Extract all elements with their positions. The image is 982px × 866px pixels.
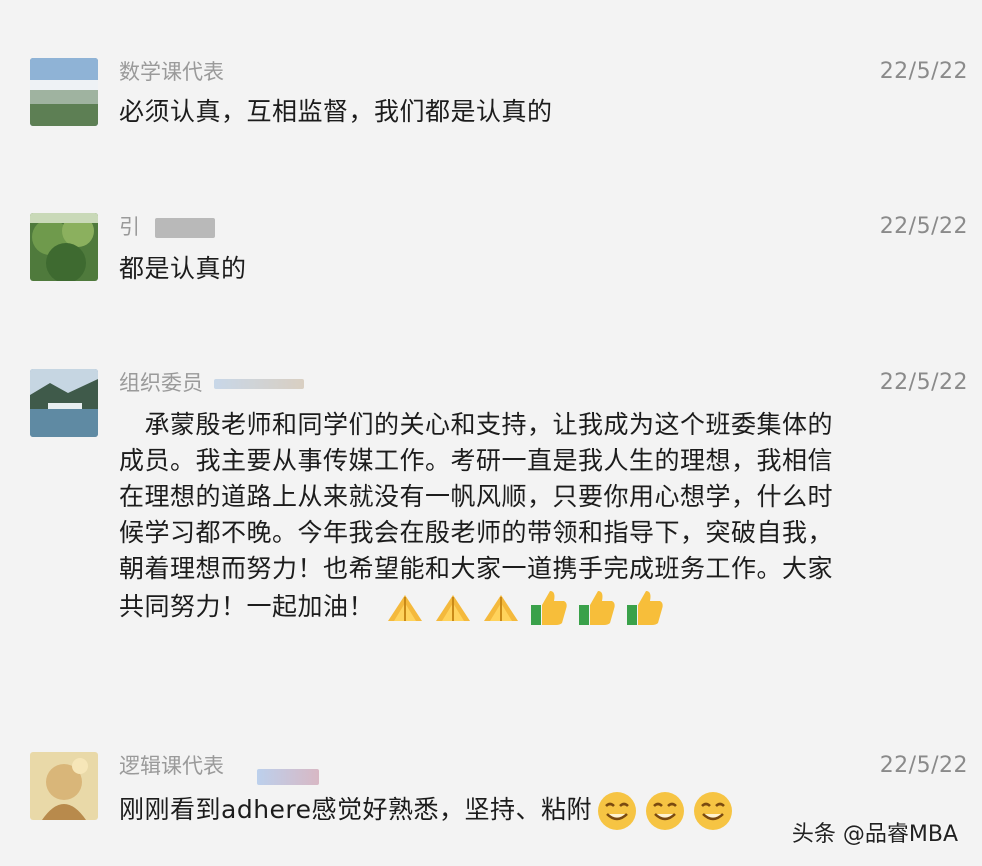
redacted-name-block [256,769,319,785]
thumbs-up-icon [624,587,666,629]
watermark: 头条 @品睿MBA [791,822,958,847]
thumbs-up-icon [528,587,570,629]
comment-date: 22/5/22 [879,214,968,239]
comment-body: 刚刚看到adhere感觉好熟悉，坚持、粘附 [119,795,593,824]
pray-icon [480,587,522,629]
comment-date: 22/5/22 [879,59,968,84]
pray-icon [432,587,474,629]
grin-icon [596,790,638,832]
avatar[interactable] [30,213,98,281]
thumbs-up-icon [576,587,618,629]
emoji-row [384,587,666,629]
grin-icon [644,790,686,832]
emoji-row [596,790,734,832]
pray-icon [384,587,426,629]
avatar[interactable] [30,752,98,820]
redacted-name-block [213,379,304,389]
avatar[interactable] [30,369,98,437]
comment-date: 22/5/22 [879,753,968,778]
comment-author[interactable]: 数学课代表 [119,58,224,86]
comment-text: 承蒙殷老师和同学们的关心和支持，让我成为这个班委集体的成员。我主要从事传媒工作。… [119,407,839,629]
comment-author[interactable]: 逻辑课代表 [119,752,319,785]
comment-text: 刚刚看到adhere感觉好熟悉，坚持、粘附 [119,790,734,832]
redacted-name-block [154,218,215,238]
comment-text: 都是认真的 [119,254,247,283]
comment-date: 22/5/22 [879,370,968,395]
comment-text: 必须认真，互相监督，我们都是认真的 [119,97,553,126]
avatar[interactable] [30,58,98,126]
comment-author[interactable]: 引 [119,213,215,241]
grin-icon [692,790,734,832]
comment-author[interactable]: 组织委员 [119,369,304,397]
